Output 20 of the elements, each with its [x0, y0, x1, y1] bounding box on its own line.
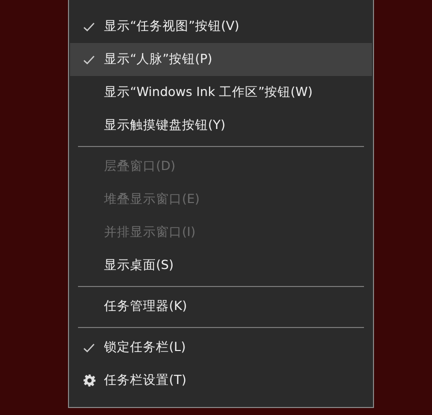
menu-item-label: 任务管理器(K)	[104, 297, 187, 316]
menu-item[interactable]: 任务栏设置(T)	[70, 364, 372, 397]
menu-item[interactable]: 显示“任务视图”按钮(V)	[70, 10, 372, 43]
menu-item-label: 层叠窗口(D)	[104, 157, 176, 176]
settings-icon	[82, 374, 96, 387]
menu-item[interactable]: 任务管理器(K)	[70, 290, 372, 323]
menu-item-label: 显示触摸键盘按钮(Y)	[104, 116, 226, 134]
menu-item-label: 任务栏设置(T)	[104, 371, 186, 390]
menu-item[interactable]: 显示“Windows Ink 工作区”按钮(W)	[70, 76, 372, 109]
menu-item-label: 显示桌面(S)	[104, 256, 174, 274]
menu-item-label: 堆叠显示窗口(E)	[104, 190, 200, 208]
menu-item-label: 锁定任务栏(L)	[104, 338, 186, 356]
menu-item-label: 显示“Windows Ink 工作区”按钮(W)	[104, 83, 313, 102]
menu-item-label: 并排显示窗口(I)	[104, 223, 196, 242]
menu-item-label: 显示“任务视图”按钮(V)	[104, 17, 240, 36]
menu-item-label: 显示“人脉”按钮(P)	[104, 50, 212, 68]
menu-item[interactable]: 显示“人脉”按钮(P)	[70, 43, 372, 76]
menu-item[interactable]: 显示触摸键盘按钮(Y)	[70, 109, 372, 142]
menu-item[interactable]: 显示桌面(S)	[70, 249, 372, 282]
menu-item[interactable]: 锁定任务栏(L)	[70, 331, 372, 364]
